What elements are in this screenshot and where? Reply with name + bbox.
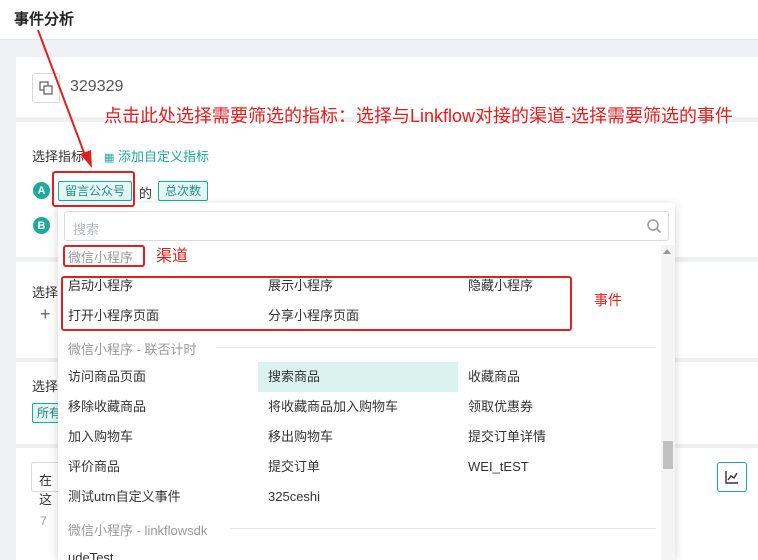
event-annotation: 事件 [594,292,622,308]
list-item[interactable]: 收藏商品 [458,362,658,392]
list-item[interactable]: 移出购物车 [258,422,458,452]
metric-a-metric-tag[interactable]: 总次数 [158,181,209,201]
highlight-channel [63,245,145,267]
event-icon-button[interactable] [32,73,60,103]
axis-fragment: 7 [40,514,47,528]
list-item[interactable]: 访问商品页面 [58,362,258,392]
group-title-wechat-linkflowsdk: 微信小程序 - linkflowsdk [68,523,208,538]
group-divider [216,347,656,348]
dropdown-scrollbar[interactable] [661,245,675,560]
event-id: 329329 [70,78,124,95]
group-title-wechat-timer: 微信小程序 - 联否计时 [68,342,197,357]
list-item[interactable]: 将收藏商品加入购物车 [258,392,458,422]
list-item[interactable]: 提交订单详情 [458,422,658,452]
search-icon[interactable] [646,218,662,234]
scrollbar-thumb[interactable] [663,441,673,469]
scroll-up-icon[interactable] [663,249,671,254]
search-placeholder: 搜索 [73,222,100,237]
list-item[interactable]: 移除收藏商品 [58,392,258,422]
page-title: 事件分析 [14,11,75,28]
metric-a-badge: A [33,182,50,199]
list-item[interactable]: 领取优惠券 [458,392,658,422]
list-item[interactable]: 测试utm自定义事件 [58,482,258,512]
list-item[interactable]: WEI_tEST [458,452,658,482]
add-custom-metric-link[interactable]: ▦ 添加自定义指标 [104,146,209,165]
main-annotation: 点击此处选择需要筛选的指标：选择与Linkflow对接的渠道-选择需要筛选的事件 [104,106,734,126]
highlight-events [61,276,572,331]
line-chart-icon [725,471,738,484]
top-bar: 事件分析 [0,0,758,40]
highlight-event-tag [52,171,135,207]
dropdown-search-input[interactable]: 搜索 [64,211,669,241]
grid-icon: ▦ [104,152,115,164]
line-chart-button[interactable] [717,462,747,492]
group-divider [230,528,656,529]
list-item[interactable]: 加入购物车 [58,422,258,452]
add-custom-metric-label: 添加自定义指标 [118,149,210,164]
event-dropdown: 搜索 微信小程序 启动小程序 展示小程序 隐藏小程序 打开小程序页面 分享小程序… [58,203,675,560]
channel-annotation: 渠道 [156,248,189,265]
list-item[interactable]: udeTest [58,543,258,560]
list-item[interactable]: 提交订单 [258,452,458,482]
add-group-icon[interactable]: + [40,304,51,325]
list-item[interactable]: 325ceshi [258,482,458,512]
group-section-label: 选择 [32,285,59,300]
metrics-label: 选择指标 [32,149,85,164]
metric-a-connector: 的 [139,186,153,201]
filter-section-label: 选择 [32,379,59,394]
copy-icon [39,81,53,95]
time-select-label: 在这 [39,473,53,507]
list-item[interactable]: 评价商品 [58,452,258,482]
metric-b-badge: B [33,217,50,234]
list-item-active[interactable]: 搜索商品 [258,362,458,392]
time-select[interactable]: 在这 [31,462,61,507]
